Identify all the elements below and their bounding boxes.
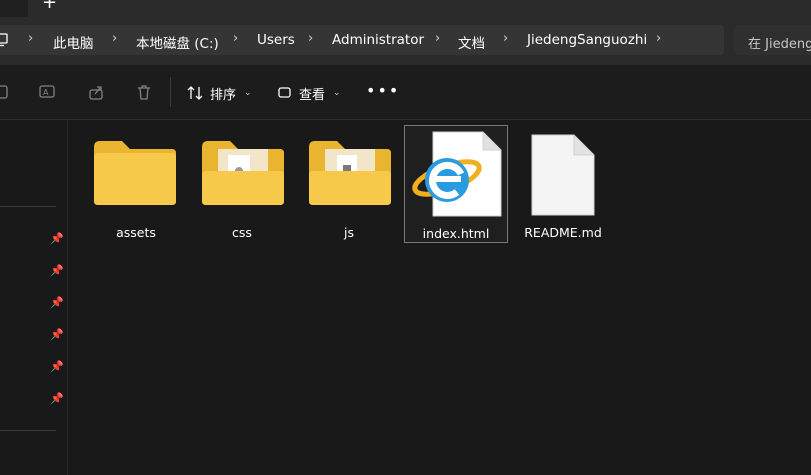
chevron-down-icon: ⌄ — [333, 88, 341, 98]
chevron-right-icon[interactable]: › — [112, 31, 117, 46]
computer-icon[interactable] — [0, 33, 10, 47]
more-options-button[interactable]: ••• — [366, 81, 400, 100]
search-placeholder: 在 Jiedeng — [748, 37, 811, 52]
chevron-down-icon: ⌄ — [244, 88, 252, 98]
html-file-icon — [412, 131, 502, 217]
toolbar-separator — [170, 77, 171, 107]
chevron-right-icon[interactable]: › — [233, 31, 238, 46]
breadcrumb-current-folder[interactable]: JiedengSanguozhi — [527, 32, 647, 48]
file-name: index.html — [422, 226, 490, 241]
chevron-right-icon[interactable]: › — [503, 31, 508, 46]
file-name: js — [344, 225, 354, 240]
chevron-right-icon[interactable]: › — [435, 31, 440, 46]
chevron-right-icon[interactable]: › — [28, 31, 33, 46]
breadcrumb-administrator[interactable]: Administrator — [332, 32, 424, 48]
pin-icon[interactable]: 📌 — [50, 328, 64, 341]
copy-icon[interactable] — [0, 83, 12, 101]
pin-icon[interactable]: 📌 — [50, 360, 64, 373]
view-label: 查看 — [299, 87, 326, 103]
file-icon — [531, 134, 595, 216]
command-bar: A 排序 ⌄ 查看 ⌄ ••• — [0, 65, 811, 120]
search-input[interactable]: 在 Jiedeng — [734, 25, 811, 55]
chevron-right-icon[interactable]: › — [308, 31, 313, 46]
file-item-assets[interactable]: assets — [84, 125, 188, 243]
pin-icon[interactable]: 📌 — [50, 232, 64, 245]
file-item-css[interactable]: css — [190, 125, 294, 243]
new-tab-button[interactable]: + — [42, 0, 57, 13]
folder-icon — [309, 141, 391, 205]
view-icon — [278, 87, 291, 98]
sort-label: 排序 — [210, 87, 237, 103]
file-name: README.md — [524, 225, 602, 240]
file-item-index-html[interactable]: index.html — [404, 125, 508, 243]
nav-divider — [0, 430, 56, 431]
sort-icon — [187, 86, 203, 100]
breadcrumb-users[interactable]: Users — [257, 32, 295, 48]
delete-icon[interactable] — [135, 83, 153, 101]
file-item-js[interactable]: js — [297, 125, 401, 243]
rename-icon[interactable]: A — [38, 83, 56, 101]
pin-icon[interactable]: 📌 — [50, 296, 64, 309]
sort-button[interactable]: 排序 ⌄ — [186, 83, 252, 103]
share-icon[interactable] — [88, 83, 106, 101]
nav-divider — [0, 206, 56, 207]
navigation-pane: 📌 📌 📌 📌 📌 📌 — [0, 120, 68, 475]
breadcrumb-local-disk[interactable]: 本地磁盘 (C:) — [136, 32, 219, 52]
address-row: › 此电脑 › 本地磁盘 (C:) › Users › Administrato… — [0, 17, 811, 65]
chevron-right-icon[interactable]: › — [656, 31, 661, 46]
breadcrumb-documents[interactable]: 文档 — [458, 32, 485, 52]
breadcrumb-this-pc[interactable]: 此电脑 — [53, 32, 94, 52]
view-button[interactable]: 查看 ⌄ — [277, 83, 341, 103]
active-tab[interactable] — [28, 0, 811, 17]
file-name: css — [232, 225, 252, 240]
file-item-readme[interactable]: README.md — [511, 125, 615, 243]
file-name: assets — [116, 225, 156, 240]
tab-strip: + — [0, 0, 811, 17]
pin-icon[interactable]: 📌 — [50, 264, 64, 277]
svg-text:A: A — [43, 88, 49, 97]
folder-icon — [94, 141, 176, 205]
folder-icon — [202, 141, 284, 205]
pin-icon[interactable]: 📌 — [50, 392, 64, 405]
